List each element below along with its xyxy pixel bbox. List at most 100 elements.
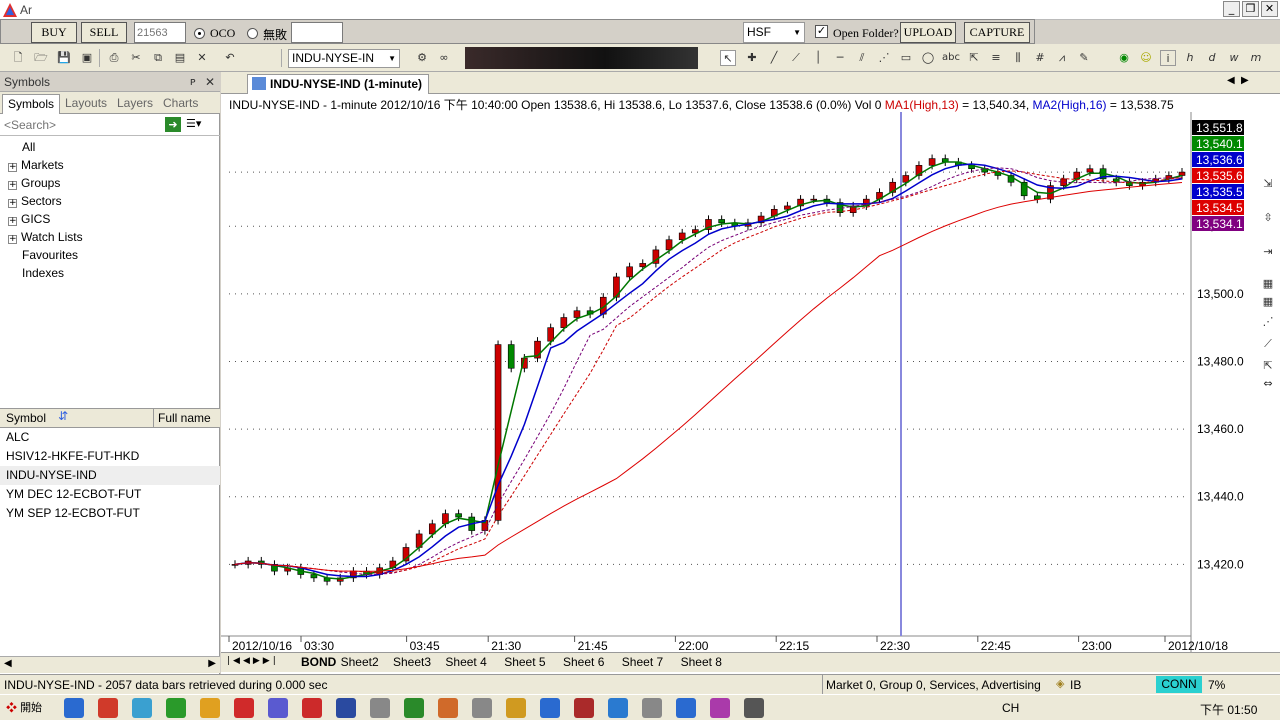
col-symbol[interactable]: Symbol: [6, 411, 46, 425]
zoom-fit-icon[interactable]: ⇳: [1260, 210, 1276, 226]
delete-icon[interactable]: ✕: [194, 50, 210, 66]
trend-icon[interactable]: ⟋: [1260, 336, 1276, 352]
mail-icon[interactable]: [642, 698, 662, 718]
fib-icon[interactable]: ≡: [988, 50, 1004, 66]
split-icon[interactable]: ⋰: [1260, 314, 1276, 330]
sheet-tab[interactable]: Sheet 5: [504, 655, 545, 669]
sheet-tab[interactable]: BOND: [301, 655, 336, 669]
scroll-end-icon[interactable]: ⇥: [1260, 244, 1276, 260]
copy-icon[interactable]: ⧉: [150, 50, 166, 66]
undo-icon[interactable]: ↶: [222, 50, 238, 66]
horizontal-line-icon[interactable]: ─: [832, 50, 848, 66]
globe-icon[interactable]: ◉: [1116, 50, 1132, 66]
new-icon[interactable]: 🗋: [10, 50, 26, 66]
ray-icon[interactable]: ⟋: [788, 50, 804, 66]
cut-icon[interactable]: ✂: [128, 50, 144, 66]
cycles-icon[interactable]: ⫼: [1010, 50, 1026, 66]
expand-icon[interactable]: +: [8, 235, 17, 244]
open-icon[interactable]: 🗁: [33, 50, 49, 66]
video-icon[interactable]: [302, 698, 322, 718]
terminal2-icon[interactable]: [744, 698, 764, 718]
ie-icon[interactable]: [166, 698, 186, 718]
symbol-row[interactable]: YM SEP 12-ECBOT-FUT: [0, 504, 220, 523]
close-panel-icon[interactable]: ✕: [205, 72, 215, 92]
viewer-icon[interactable]: [404, 698, 424, 718]
settings-icon[interactable]: ⚙: [414, 50, 430, 66]
chat-icon[interactable]: [506, 698, 526, 718]
pin-icon[interactable]: ᴘ: [190, 72, 196, 92]
tree-item-sectors[interactable]: + Sectors: [8, 192, 62, 210]
sell-button[interactable]: SELL: [81, 22, 127, 43]
account-select[interactable]: HSF ▼: [743, 22, 805, 43]
go-arrow-icon[interactable]: ➜: [165, 117, 181, 132]
tree-item-all[interactable]: All: [8, 138, 35, 156]
tab-layouts[interactable]: Layouts: [60, 94, 112, 114]
expand-icon[interactable]: +: [8, 199, 17, 208]
tab-symbols[interactable]: Symbols: [2, 94, 61, 114]
tab-next-icon[interactable]: ▶: [1241, 75, 1249, 86]
tree-item-markets[interactable]: + Markets: [8, 156, 64, 174]
quantity-input[interactable]: [134, 22, 186, 43]
photoshop-icon[interactable]: [268, 698, 288, 718]
oco-radio[interactable]: [194, 28, 205, 39]
language-indicator[interactable]: CH: [1002, 701, 1019, 715]
line-icon[interactable]: ╱: [766, 50, 782, 66]
browser-icon[interactable]: [98, 698, 118, 718]
expand-icon[interactable]: +: [8, 163, 17, 172]
notes-icon[interactable]: [574, 698, 594, 718]
symbol-row[interactable]: INDU-NYSE-IND: [0, 466, 220, 485]
rectangle-icon[interactable]: ▭: [898, 50, 914, 66]
close-icon[interactable]: ✕: [1261, 1, 1278, 17]
tools-icon[interactable]: [710, 698, 730, 718]
capture-button[interactable]: CAPTURE: [964, 22, 1030, 43]
buy-button[interactable]: BUY: [31, 22, 77, 43]
tab-prev-icon[interactable]: ◀: [1227, 75, 1235, 86]
period-hour-icon[interactable]: h: [1182, 50, 1198, 66]
nolimit-radio[interactable]: [247, 28, 258, 39]
symbol-row[interactable]: HSIV12-HKFE-FUT-HKD: [0, 447, 220, 466]
period-day-icon[interactable]: d: [1204, 50, 1220, 66]
sheet-tab[interactable]: Sheet 7: [622, 655, 663, 669]
symbol-row[interactable]: YM DEC 12-ECBOT-FUT: [0, 485, 220, 504]
sheet-tab[interactable]: Sheet 8: [681, 655, 722, 669]
info-icon[interactable]: i: [1160, 50, 1176, 66]
expand-icon[interactable]: +: [8, 217, 17, 226]
list-options-icon[interactable]: ☰▾: [186, 117, 214, 132]
period-week-icon[interactable]: w: [1226, 50, 1242, 66]
paste-icon[interactable]: ▤: [172, 50, 188, 66]
vertical-line-icon[interactable]: │: [810, 50, 826, 66]
price-input[interactable]: [291, 22, 343, 43]
channel-icon[interactable]: ⫽: [854, 50, 870, 66]
sort-icon[interactable]: ⇵: [58, 409, 68, 423]
tree-item-watch-lists[interactable]: + Watch Lists: [8, 228, 83, 246]
link-icon[interactable]: ∞: [436, 50, 452, 66]
tree-item-favourites[interactable]: Favourites: [8, 246, 78, 264]
price-chart[interactable]: 13,520.013,500.013,480.013,460.013,440.0…: [221, 112, 1280, 652]
sheet-tab[interactable]: Sheet 4: [445, 655, 486, 669]
print-icon[interactable]: ⎙: [106, 50, 122, 66]
scroll-right-icon[interactable]: ▶: [208, 658, 216, 669]
zoom-in-icon[interactable]: ⇲: [1260, 176, 1276, 192]
symbol-row[interactable]: ALC: [0, 428, 220, 447]
firefox-icon[interactable]: [370, 698, 390, 718]
pointer-icon[interactable]: ↖: [720, 50, 736, 66]
more-icon[interactable]: ⇔: [1260, 376, 1276, 392]
col-full-name[interactable]: Full name: [158, 411, 211, 425]
layout-icon[interactable]: ▦: [1260, 294, 1276, 310]
explorer-icon[interactable]: [540, 698, 560, 718]
ellipse-icon[interactable]: ◯: [920, 50, 936, 66]
restore-icon[interactable]: ❐: [1242, 1, 1259, 17]
gallery-icon[interactable]: [676, 698, 696, 718]
chrome-icon[interactable]: [64, 698, 84, 718]
grid-layout-icon[interactable]: ▦: [1260, 276, 1276, 292]
media-icon[interactable]: [234, 698, 254, 718]
terminal-icon[interactable]: [472, 698, 492, 718]
dreamweaver-icon[interactable]: [336, 698, 356, 718]
start-button[interactable]: ❖ 開始: [2, 698, 46, 718]
text-icon[interactable]: abc: [942, 50, 960, 66]
symbol-combo[interactable]: INDU-NYSE-IN ▼: [288, 49, 400, 68]
folder-icon[interactable]: [200, 698, 220, 718]
tree-item-gics[interactable]: + GICS: [8, 210, 50, 228]
tab-layers[interactable]: Layers: [112, 94, 158, 114]
expand-icon[interactable]: +: [8, 181, 17, 190]
